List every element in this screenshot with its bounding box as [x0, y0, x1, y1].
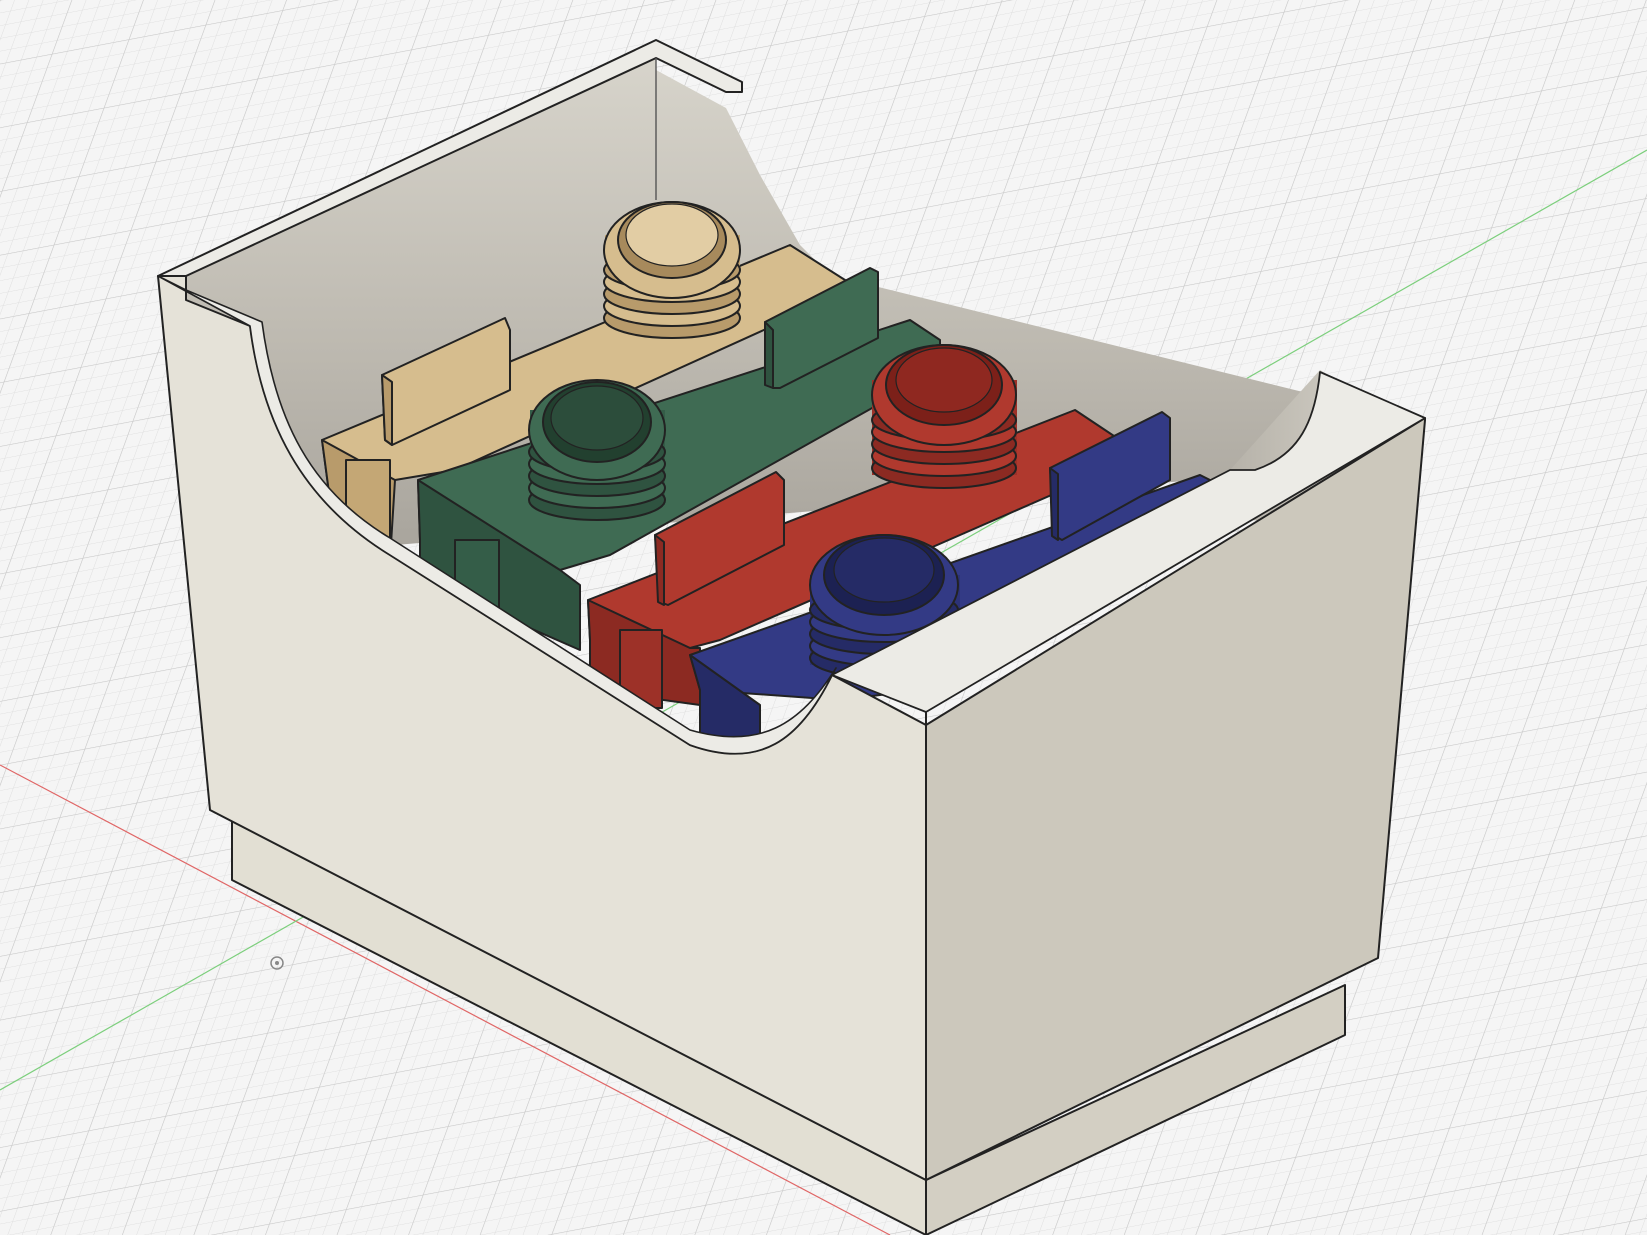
- 3d-viewport-canvas[interactable]: [0, 0, 1647, 1235]
- red-threaded-nozzle: [871, 344, 1017, 489]
- tan-threaded-nozzle: [603, 201, 741, 339]
- green-threaded-nozzle: [528, 379, 666, 521]
